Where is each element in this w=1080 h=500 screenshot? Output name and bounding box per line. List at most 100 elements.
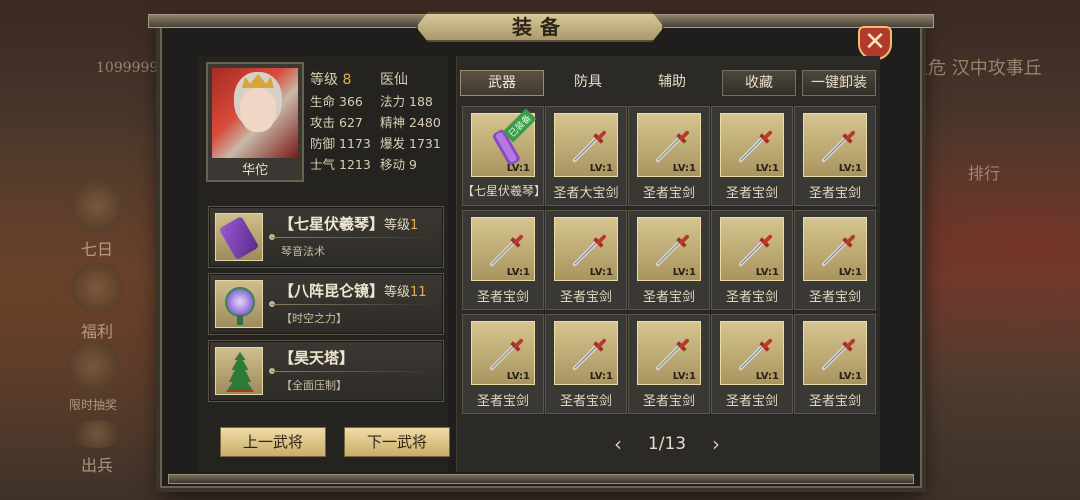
prev-hero-button[interactable]: 上一武将 — [220, 427, 326, 457]
item-level: LV:1 — [755, 163, 779, 174]
item-cell[interactable]: LV:1 圣者宝剑 — [628, 314, 710, 414]
panel-bottom-bar — [168, 474, 914, 484]
item-cell[interactable]: LV:1 圣者宝剑 — [794, 106, 876, 206]
lottery-icon — [67, 340, 119, 392]
treasure-slot-2[interactable]: 【八阵昆仑镜】等级11 【时空之力】 — [208, 273, 444, 335]
tab-weapon[interactable]: 武器 — [460, 70, 544, 96]
item-slot: LV:1 — [554, 113, 618, 177]
item-cell[interactable]: LV:1 圣者宝剑 — [794, 314, 876, 414]
item-slot: LV:1 — [554, 321, 618, 385]
treasure-name: 【八阵昆仑镜】 — [279, 282, 385, 300]
favorite-button[interactable]: 收藏 — [722, 70, 796, 96]
item-cell[interactable]: 已装备 LV:1 【七星伏羲琴】 — [462, 106, 546, 206]
item-level: LV:1 — [589, 371, 613, 382]
background-ranking-button[interactable]: 排行 — [968, 160, 1000, 184]
item-cell[interactable]: LV:1 圣者宝剑 — [462, 210, 544, 310]
item-name: 【七星伏羲琴】 — [461, 184, 546, 198]
unequip-all-button[interactable]: 一键卸装 — [802, 70, 876, 96]
side-button-dispatch[interactable]: 出兵 — [62, 420, 132, 476]
item-cell[interactable]: LV:1 圣者宝剑 — [711, 106, 793, 206]
sword-icon — [489, 338, 524, 371]
item-slot: LV:1 — [471, 217, 535, 281]
stat-hp: 生命 366 — [310, 94, 363, 109]
item-cell[interactable]: LV:1 圣者宝剑 — [628, 210, 710, 310]
sword-icon — [821, 338, 856, 371]
item-level: LV:1 — [838, 371, 862, 382]
item-slot: LV:1 — [720, 113, 784, 177]
tab-accessory[interactable]: 辅助 — [632, 70, 712, 96]
window-title: 装备 — [416, 12, 664, 42]
item-cell[interactable]: LV:1 圣者大宝剑 — [545, 106, 627, 206]
item-level: LV:1 — [838, 267, 862, 278]
side-button-lottery[interactable]: 限时抽奖 — [58, 340, 128, 413]
item-level: LV:1 — [672, 371, 696, 382]
hero-face — [240, 88, 276, 132]
hero-class: 医仙 — [380, 72, 408, 88]
divider-line — [271, 304, 435, 305]
sword-icon — [821, 234, 856, 267]
item-name: 圣者宝剑 — [725, 290, 778, 305]
side-button-seven-days[interactable]: 七日 — [62, 180, 132, 260]
seven-days-icon — [71, 180, 123, 232]
treasure-name: 【昊天塔】 — [279, 349, 355, 367]
item-slot: LV:1 — [554, 217, 618, 281]
item-name: 圣者宝剑 — [642, 290, 695, 305]
hero-level: 等级 8 — [310, 72, 352, 88]
mirror-icon — [215, 280, 263, 328]
item-level: LV:1 — [755, 371, 779, 382]
item-name: 圣者大宝剑 — [553, 186, 619, 201]
item-cell[interactable]: LV:1 圣者宝剑 — [628, 106, 710, 206]
item-name: 圣者宝剑 — [725, 394, 778, 409]
item-slot: LV:1 — [803, 217, 867, 281]
stat-attack: 攻击 627 — [310, 115, 363, 130]
side-button-welfare[interactable]: 福利 — [62, 262, 132, 342]
sword-icon — [738, 130, 773, 163]
welfare-icon — [71, 262, 123, 314]
treasure-level-label: 等级 — [384, 285, 411, 300]
item-slot: LV:1 — [637, 217, 701, 281]
next-page-icon[interactable]: › — [712, 430, 720, 458]
sword-icon — [655, 130, 690, 163]
prev-page-icon[interactable]: ‹ — [614, 430, 622, 458]
item-cell[interactable]: LV:1 圣者宝剑 — [545, 314, 627, 414]
treasure-slot-1[interactable]: 【七星伏羲琴】等级1 琴音法术 — [208, 206, 444, 268]
item-name: 圣者宝剑 — [642, 186, 695, 201]
item-name: 圣者宝剑 — [642, 394, 695, 409]
hero-stats: 等级 8 医仙 生命 366 法力 188 攻击 627 精神 2480 防御 … — [310, 70, 450, 175]
item-level: LV:1 — [506, 267, 530, 278]
item-name: 圣者宝剑 — [559, 290, 612, 305]
stat-defense: 防御 1173 — [310, 136, 371, 151]
sword-icon — [572, 338, 607, 371]
treasure-slot-3[interactable]: 【昊天塔】 【全面压制】 — [208, 340, 444, 402]
hero-portrait-art — [212, 68, 298, 158]
treasure-name: 【七星伏羲琴】 — [279, 215, 385, 233]
item-level: LV:1 — [589, 163, 613, 174]
stat-burst: 爆发 1731 — [380, 136, 441, 151]
item-slot: LV:1 — [471, 321, 535, 385]
tab-armor[interactable]: 防具 — [548, 70, 628, 96]
item-slot: LV:1 — [803, 113, 867, 177]
sword-icon — [572, 234, 607, 267]
pagoda-icon — [215, 347, 263, 395]
sword-icon — [572, 130, 607, 163]
next-hero-button[interactable]: 下一武将 — [344, 427, 450, 457]
item-cell[interactable]: LV:1 圣者宝剑 — [711, 314, 793, 414]
item-slot: LV:1 — [803, 321, 867, 385]
item-level: LV:1 — [506, 163, 530, 174]
close-button[interactable]: ✕ — [858, 26, 892, 60]
hero-portrait[interactable]: 华佗 — [206, 62, 304, 182]
pager: ‹ 1/13 › — [612, 430, 722, 458]
item-cell[interactable]: LV:1 圣者宝剑 — [462, 314, 544, 414]
sword-icon — [655, 338, 690, 371]
item-level: LV:1 — [589, 267, 613, 278]
item-level: LV:1 — [506, 371, 530, 382]
item-cell[interactable]: LV:1 圣者宝剑 — [794, 210, 876, 310]
treasure-description: 【全面压制】 — [281, 379, 347, 392]
sword-icon — [821, 130, 856, 163]
item-name: 圣者宝剑 — [808, 290, 861, 305]
background-resource-text: 1099999 — [96, 60, 159, 76]
item-cell[interactable]: LV:1 圣者宝剑 — [545, 210, 627, 310]
item-level: LV:1 — [838, 163, 862, 174]
item-cell[interactable]: LV:1 圣者宝剑 — [711, 210, 793, 310]
item-slot: 已装备 LV:1 — [471, 108, 537, 177]
